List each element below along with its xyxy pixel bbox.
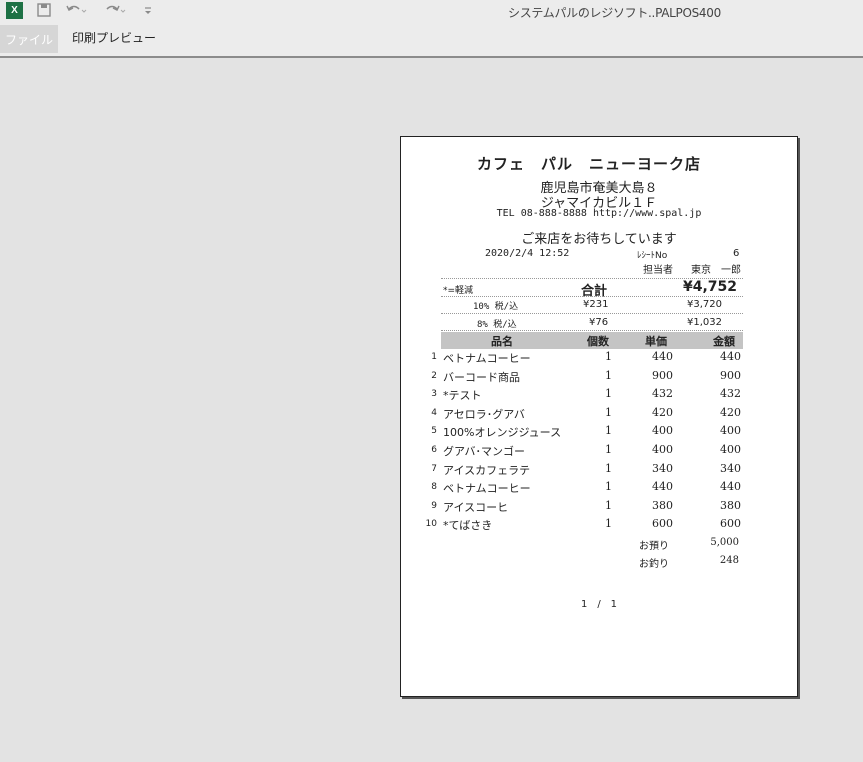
item-amount: 340 <box>720 462 741 475</box>
item-name: ベトナムコーヒー <box>443 482 531 495</box>
item-amount: 380 <box>720 499 741 512</box>
tax-10-amount: ¥3,720 <box>687 299 722 310</box>
deposit-label: お預り <box>639 541 669 552</box>
tax-8-amount: ¥1,032 <box>687 317 722 328</box>
item-amount: 400 <box>720 443 741 456</box>
item-amount: 440 <box>720 350 741 363</box>
item-number: 6 <box>431 445 437 455</box>
window-title: システムパルのレジソフト..PALPOS400 <box>508 6 721 20</box>
item-qty: 1 <box>605 350 612 363</box>
item-number: 4 <box>431 408 437 418</box>
save-icon[interactable] <box>36 3 52 19</box>
tax-8-tax: ¥76 <box>589 317 609 328</box>
item-qty: 1 <box>605 369 612 382</box>
receipt: カフェ パル ニューヨーク店 鹿児島市奄美大島８ ジャマイカビル１Ｆ TEL 0… <box>401 137 797 696</box>
change-amount: 248 <box>719 555 739 566</box>
customize-qat-icon[interactable] <box>140 3 156 19</box>
item-amount: 440 <box>720 480 741 493</box>
item-unit-price: 440 <box>652 350 673 363</box>
item-number: 1 <box>431 352 437 362</box>
tax-10-label: 10% 税/込 <box>473 302 519 312</box>
item-qty: 1 <box>605 480 612 493</box>
clerk-name: 東京 一郎 <box>691 265 741 276</box>
item-unit-price: 380 <box>652 499 673 512</box>
divider <box>441 313 743 314</box>
tab-file[interactable]: ファイル <box>0 25 58 53</box>
item-amount: 420 <box>720 406 741 419</box>
item-unit-price: 340 <box>652 462 673 475</box>
item-unit-price: 600 <box>652 517 673 530</box>
item-unit-price: 440 <box>652 480 673 493</box>
clerk-label: 担当者 <box>643 265 673 276</box>
receipt-no-label: ﾚｼｰﾄNo <box>637 251 668 261</box>
item-unit-price: 400 <box>652 424 673 437</box>
change-label: お釣り <box>639 559 669 570</box>
item-name: アセロラ･グアバ <box>443 408 525 421</box>
item-number: 7 <box>431 464 437 474</box>
tel-line: TEL 08-888-8888 http://www.spal.jp <box>496 208 702 219</box>
item-qty: 1 <box>605 517 612 530</box>
item-unit-price: 432 <box>652 387 673 400</box>
store-name: カフェ パル ニューヨーク店 <box>476 155 701 173</box>
print-preview-page: カフェ パル ニューヨーク店 鹿児島市奄美大島８ ジャマイカビル１Ｆ TEL 0… <box>400 136 798 697</box>
item-number: 8 <box>431 482 437 492</box>
tax-8-label: 8% 税/込 <box>477 320 517 330</box>
item-number: 2 <box>431 371 437 381</box>
item-amount: 900 <box>720 369 741 382</box>
item-unit-price: 900 <box>652 369 673 382</box>
col-name-header: 品名 <box>491 335 513 348</box>
item-name: *テスト <box>443 389 482 402</box>
item-qty: 1 <box>605 406 612 419</box>
item-qty: 1 <box>605 443 612 456</box>
item-name: ベトナムコーヒー <box>443 352 531 365</box>
item-number: 10 <box>425 519 437 529</box>
item-number: 9 <box>431 501 437 511</box>
col-unit-header: 単価 <box>645 335 667 348</box>
title-bar: X システムパルのレジソフト..PALPOS400 <box>0 0 863 24</box>
deposit-amount: 5,000 <box>710 537 739 548</box>
ribbon-tabs: ファイル 印刷プレビュー <box>0 24 863 58</box>
item-unit-price: 400 <box>652 443 673 456</box>
col-amount-header: 金額 <box>713 335 735 348</box>
item-amount: 400 <box>720 424 741 437</box>
item-name: バーコード商品 <box>443 371 520 384</box>
item-qty: 1 <box>605 387 612 400</box>
divider <box>441 296 743 297</box>
item-name: グアバ･マンゴー <box>443 445 526 458</box>
reduced-tax-note: *=軽減 <box>443 286 474 296</box>
item-amount: 432 <box>720 387 741 400</box>
tax-10-tax: ¥231 <box>583 299 609 310</box>
redo-icon[interactable] <box>104 3 128 19</box>
item-number: 5 <box>431 426 437 436</box>
welcome-message: ご来店をお待ちしています <box>521 232 677 247</box>
item-name: アイスコーヒ <box>443 501 509 514</box>
item-number: 3 <box>431 389 437 399</box>
item-qty: 1 <box>605 424 612 437</box>
excel-icon[interactable]: X <box>6 2 23 19</box>
col-qty-header: 個数 <box>587 335 609 348</box>
item-name: *てばさき <box>443 519 493 532</box>
item-qty: 1 <box>605 499 612 512</box>
total-amount: ¥4,752 <box>683 279 738 295</box>
item-amount: 600 <box>720 517 741 530</box>
receipt-no: 6 <box>733 248 740 259</box>
page-indicator: 1 / 1 <box>580 599 618 610</box>
item-unit-price: 420 <box>652 406 673 419</box>
tab-print-preview[interactable]: 印刷プレビュー <box>72 29 156 46</box>
item-qty: 1 <box>605 462 612 475</box>
divider <box>441 330 743 331</box>
item-name: 100%オレンジジュース <box>443 426 562 439</box>
receipt-datetime: 2020/2/4 12:52 <box>485 248 570 259</box>
undo-icon[interactable] <box>64 3 88 19</box>
item-name: アイスカフェラテ <box>443 464 531 477</box>
